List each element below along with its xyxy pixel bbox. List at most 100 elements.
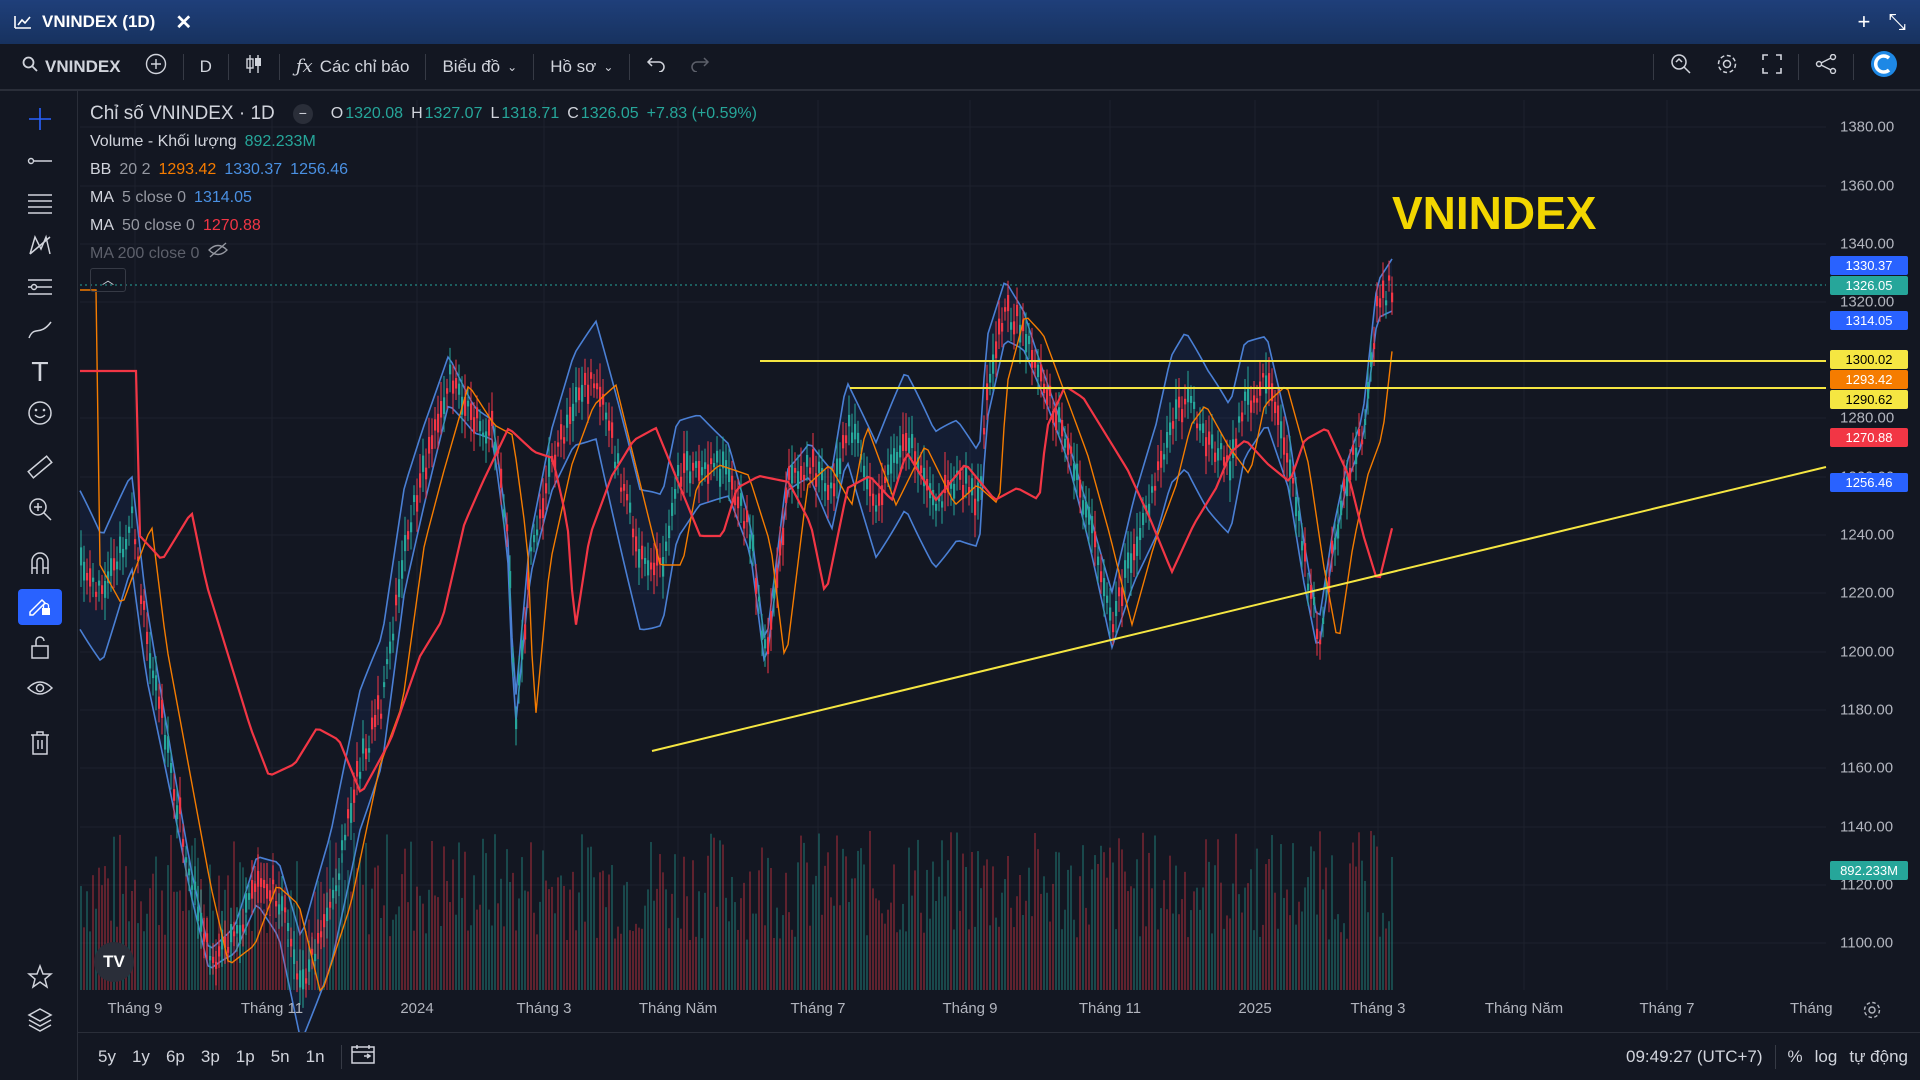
- indicators-button[interactable]: ƒx Các chỉ báo: [284, 44, 422, 90]
- hidden-eye-icon[interactable]: [207, 240, 229, 268]
- crosshair-icon: [27, 106, 53, 137]
- profile-menu-button[interactable]: Hồ sơ ⌄: [538, 44, 625, 90]
- zoom-tool[interactable]: [18, 493, 62, 529]
- toolbar-divider: [227, 53, 229, 80]
- ohlc-open: 1320.08: [345, 105, 404, 122]
- brush-tool[interactable]: [18, 313, 62, 349]
- crosshair-tool[interactable]: [18, 103, 62, 139]
- percent-scale-toggle[interactable]: %: [1788, 1047, 1803, 1067]
- hide-drawings-tool[interactable]: [18, 673, 62, 709]
- brand-logo[interactable]: [1858, 44, 1910, 90]
- bottom-divider: [1774, 1044, 1776, 1069]
- profile-menu-label: Hồ sơ: [550, 56, 597, 76]
- emoji-tool[interactable]: [18, 397, 62, 433]
- symbol-label: VNINDEX: [45, 56, 121, 76]
- volume-indicator-value: 892.233M: [244, 133, 316, 150]
- toolbar-divider: [278, 53, 280, 80]
- range-1d[interactable]: 1n: [298, 1047, 333, 1067]
- gear-icon: [1862, 1001, 1882, 1024]
- pattern-icon: [27, 233, 53, 262]
- time-axis-label: 2025: [1238, 1000, 1272, 1017]
- toolbar-divider: [182, 53, 184, 80]
- minimize-icon[interactable]: ⤡: [1888, 9, 1906, 35]
- pattern-tool[interactable]: [18, 229, 62, 265]
- prediction-icon: [26, 276, 54, 303]
- time-axis-label: Tháng: [1790, 1000, 1833, 1017]
- bb-indicator-name[interactable]: BB: [90, 156, 111, 184]
- quick-search-button[interactable]: [1658, 44, 1704, 90]
- collapse-legend-icon[interactable]: −: [292, 104, 313, 124]
- auto-scale-toggle[interactable]: tự động: [1849, 1047, 1908, 1067]
- ma200-indicator-name[interactable]: MA 200 close 0: [90, 240, 199, 268]
- ohlc-c-label: C: [567, 105, 579, 122]
- chevron-down-icon: ⌄: [603, 59, 614, 74]
- lock-all-tool[interactable]: [18, 631, 62, 667]
- chart-overlay-title: VNINDEX: [1392, 187, 1597, 239]
- volume-indicator-name[interactable]: Volume - Khối lượng: [90, 128, 237, 156]
- top-toolbar: VNINDEX D ƒx Các chỉ báo Biểu đồ ⌄ Hồ sơ…: [0, 44, 1920, 90]
- interval-label: D: [199, 56, 212, 76]
- tv-logo-icon: TV: [103, 952, 125, 971]
- fib-tool[interactable]: [18, 187, 62, 223]
- ma50-indicator-name[interactable]: MA: [90, 212, 114, 240]
- time-axis-label: Tháng Năm: [1484, 1000, 1564, 1017]
- fullscreen-button[interactable]: [1750, 44, 1794, 90]
- ohlc-h-label: H: [411, 105, 423, 122]
- chart-type-button[interactable]: [233, 44, 275, 90]
- magnet-icon: [28, 550, 52, 581]
- share-button[interactable]: [1803, 44, 1849, 90]
- search-icon: [22, 56, 38, 77]
- ma5-indicator-params: 5 close 0: [122, 189, 187, 206]
- legend-collapse-button[interactable]: ︿: [90, 268, 126, 292]
- settings-button[interactable]: [1704, 44, 1750, 90]
- prediction-tool[interactable]: [18, 271, 62, 307]
- new-tab-icon[interactable]: +: [1858, 9, 1871, 35]
- remove-drawings-tool[interactable]: [18, 727, 62, 763]
- bottom-toolbar: 5y 1y 6p 3p 1p 5n 1n 09:49:27 (UTC+7) % …: [78, 1032, 1920, 1080]
- undo-button[interactable]: [634, 44, 678, 90]
- range-3m[interactable]: 3p: [193, 1047, 228, 1067]
- add-symbol-icon: [145, 53, 167, 80]
- price-axis-label: 1360.00: [1840, 177, 1895, 195]
- bb-lower-value: 1256.46: [290, 161, 349, 178]
- star-icon: [26, 963, 54, 995]
- toolbar-divider: [425, 53, 427, 80]
- redo-button[interactable]: [678, 44, 722, 90]
- range-5y[interactable]: 5y: [90, 1047, 124, 1067]
- range-5d[interactable]: 5n: [263, 1047, 298, 1067]
- undo-icon: [646, 56, 666, 77]
- lock-drawing-mode-tool[interactable]: [18, 589, 62, 625]
- compare-button[interactable]: [133, 44, 179, 90]
- ruler-tool[interactable]: [18, 451, 62, 487]
- price-axis-label: 1220.00: [1840, 584, 1895, 602]
- price-tag: 1330.37: [1830, 256, 1908, 275]
- ma50-indicator-value: 1270.88: [202, 217, 261, 234]
- time-axis-label: Tháng 9: [107, 1000, 163, 1017]
- brand-logo-icon: [1870, 50, 1898, 83]
- close-tab-icon[interactable]: ✕: [175, 10, 192, 35]
- symbol-search-button[interactable]: VNINDEX: [10, 44, 133, 90]
- chart-menu-button[interactable]: Biểu đồ ⌄: [430, 44, 529, 90]
- chart-tab[interactable]: VNINDEX (1D) ✕: [14, 10, 192, 35]
- ma5-indicator-value: 1314.05: [194, 189, 252, 206]
- magnet-tool[interactable]: [18, 547, 62, 583]
- interval-button[interactable]: D: [188, 44, 224, 90]
- trendline-tool[interactable]: [18, 145, 62, 181]
- range-1y[interactable]: 1y: [124, 1047, 158, 1067]
- axis-settings-button[interactable]: [1862, 1000, 1882, 1025]
- ma50-indicator-params: 50 close 0: [122, 217, 195, 234]
- tradingview-logo[interactable]: TV: [94, 942, 134, 982]
- ohlc-o-label: O: [330, 105, 344, 122]
- log-scale-toggle[interactable]: log: [1815, 1047, 1838, 1067]
- range-1m[interactable]: 1p: [228, 1047, 263, 1067]
- time-axis-label: Tháng 7: [1639, 1000, 1695, 1017]
- text-tool[interactable]: T: [18, 355, 62, 391]
- ma5-indicator-name[interactable]: MA: [90, 184, 114, 212]
- range-6m[interactable]: 6p: [158, 1047, 193, 1067]
- ohlc-change: +7.83 (+0.59%): [646, 105, 757, 122]
- watchlist-tool[interactable]: [18, 961, 62, 997]
- clock-readout[interactable]: 09:49:27 (UTC+7): [1626, 1047, 1763, 1067]
- object-tree-tool[interactable]: [18, 1003, 62, 1039]
- price-axis-label: 1100.00: [1840, 934, 1894, 952]
- goto-date-button[interactable]: [350, 1043, 376, 1070]
